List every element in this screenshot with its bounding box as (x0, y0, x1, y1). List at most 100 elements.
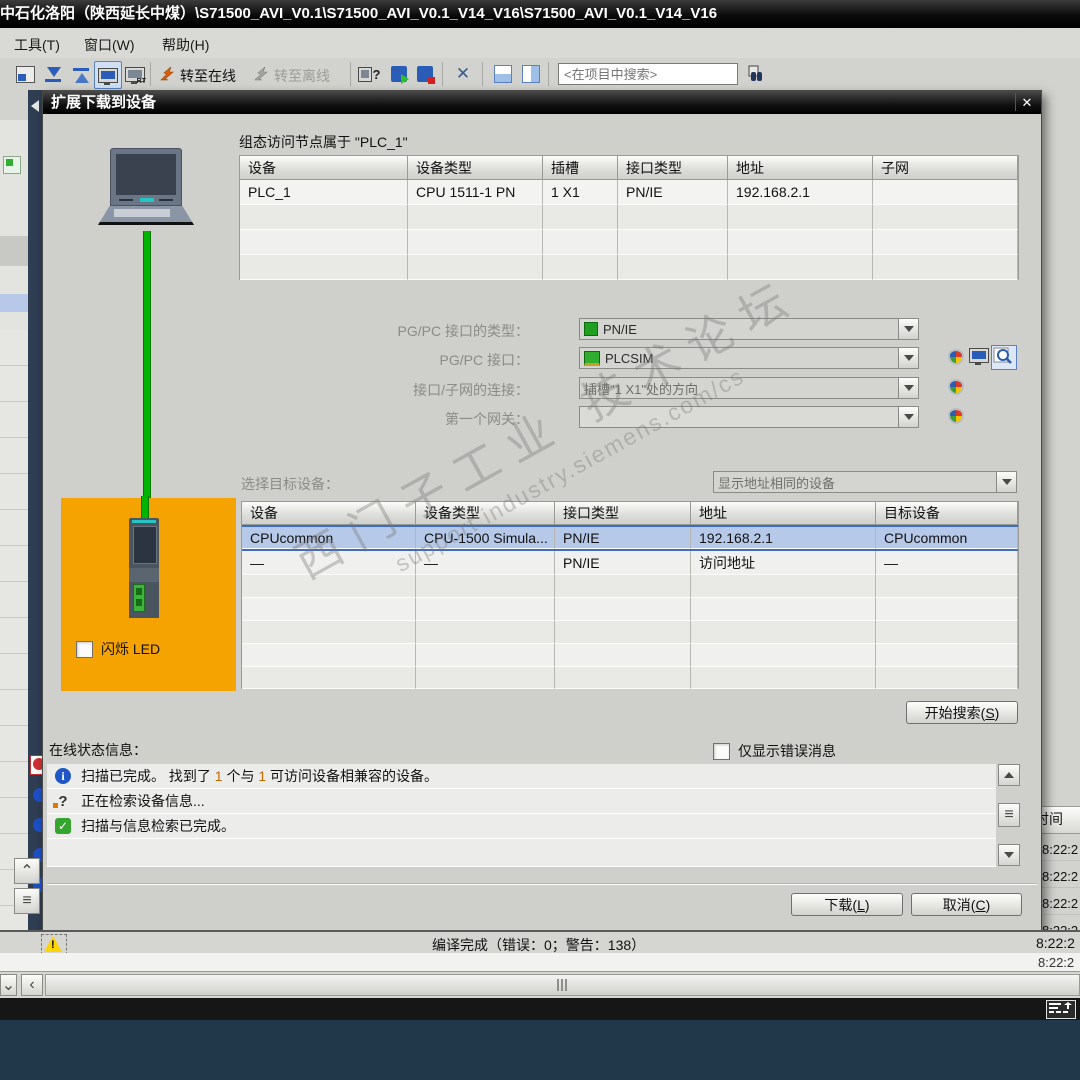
toolbar-separator (150, 62, 151, 86)
device-info-search-icon[interactable] (991, 345, 1017, 370)
table-row (242, 644, 1018, 667)
go-online-label[interactable]: 转至在线 (180, 66, 236, 86)
pane-collapse-down-button[interactable]: ⌄ (0, 974, 17, 996)
menu-tools[interactable]: 工具(T) (8, 33, 66, 57)
menu-window[interactable]: 窗口(W) (78, 33, 141, 57)
column-header: 设备 (240, 156, 408, 180)
dialog-titlebar: 扩展下载到设备 ✕ (43, 91, 1041, 114)
start-runtime-icon[interactable]: RT (122, 61, 148, 87)
dialog-close-button[interactable]: ✕ (1015, 93, 1038, 111)
shield-icon (948, 349, 964, 365)
table-row[interactable]: PLC_1 CPU 1511-1 PN 1 X1 PN/IE 192.168.2… (240, 180, 1018, 205)
compile-time: 8:22:2 (1036, 935, 1080, 951)
pgpc-iface-select[interactable]: PLCSIM (579, 347, 919, 369)
plc-device-icon (129, 518, 159, 618)
accessible-devices-icon[interactable]: ? (356, 61, 382, 87)
dropdown-arrow[interactable] (898, 407, 918, 427)
first-gateway-select[interactable] (579, 406, 919, 428)
success-icon: ✓ (55, 818, 71, 834)
compile-status-row[interactable]: 编译完成（错误：0；警告：138） 8:22:2 (0, 930, 1080, 955)
table-row (242, 598, 1018, 621)
select-target-label: 选择目标设备： (241, 474, 339, 494)
time-value: 8:22:2 (1042, 896, 1080, 911)
dropdown-arrow[interactable] (996, 472, 1016, 492)
save-window-layout-icon[interactable] (12, 61, 38, 87)
table-row[interactable]: — — PN/IE 访问地址 — (242, 551, 1018, 575)
search-input[interactable] (558, 63, 738, 85)
go-offline-icon[interactable] (250, 61, 276, 87)
toolbar-separator (350, 62, 351, 86)
bottom-black-bar (0, 998, 1080, 1020)
cell: CPUcommon (876, 527, 1018, 549)
collapse-left-icon[interactable] (31, 100, 39, 112)
pgpc-type-value: PN/IE (603, 322, 637, 337)
network-card-icon (584, 351, 600, 366)
warning-cell (42, 935, 66, 954)
split-vertical-icon[interactable] (518, 61, 544, 87)
dropdown-arrow[interactable] (898, 378, 918, 398)
time-value: 8:22:2 (1042, 842, 1080, 857)
pnie-icon (584, 322, 598, 336)
tree-band (0, 236, 28, 266)
toolbar-separator (548, 62, 549, 86)
window-titlebar: 中石化洛阳（陕西延长中煤）\S71500_AVI_V0.1\S71500_AVI… (0, 0, 1080, 28)
target-devices-table: 设备 设备类型 接口类型 地址 目标设备 CPUcommon CPU-1500 … (241, 501, 1019, 689)
shield-icon (948, 379, 964, 395)
subnet-conn-select[interactable]: 插槽"1 X1"处的方向 (579, 377, 919, 399)
configured-nodes-table: 设备 设备类型 插槽 接口类型 地址 子网 PLC_1 CPU 1511-1 P… (239, 155, 1019, 280)
divider (47, 883, 1037, 885)
download-to-device-icon[interactable] (40, 61, 66, 87)
overview-toggle-icon[interactable] (1046, 1000, 1076, 1019)
cell: 访问地址 (691, 551, 876, 575)
errors-only-label: 仅显示错误消息 (738, 741, 836, 761)
show-accessible-devices-icon[interactable] (969, 348, 989, 363)
table-row (242, 575, 1018, 598)
flash-led-label: 闪烁 LED (101, 639, 160, 659)
cell: 1 X1 (543, 180, 618, 205)
column-header: 设备类型 (416, 502, 555, 525)
query-icon: ? (55, 793, 71, 809)
column-header: 接口类型 (555, 502, 691, 525)
dropdown-arrow[interactable] (898, 348, 918, 368)
cell: 192.168.2.1 (728, 180, 873, 205)
target-device-panel: 闪烁 LED (61, 498, 236, 691)
horizontal-scrollbar: ⌄ ‹ (0, 971, 1080, 999)
column-header: 目标设备 (876, 502, 1018, 525)
search-in-project-icon[interactable] (744, 61, 770, 87)
cancel-button[interactable]: 取消(C) (911, 893, 1022, 916)
errors-only-checkbox[interactable] (713, 743, 730, 760)
status-message-row[interactable]: i 扫描已完成。 找到了 1 个与 1 可访问设备相兼容的设备。 (47, 764, 996, 789)
dropdown-arrow[interactable] (898, 319, 918, 339)
scrollbar-thumb[interactable] (45, 974, 1080, 996)
start-simulation-icon[interactable] (94, 61, 122, 89)
split-horizontal-icon[interactable] (490, 61, 516, 87)
tree-scroll-up-button[interactable]: ⌃ (14, 858, 40, 884)
table-row-selected[interactable]: CPUcommon CPU-1500 Simula... PN/IE 192.1… (242, 525, 1018, 551)
pgpc-type-select[interactable]: PN/IE (579, 318, 919, 340)
go-offline-label[interactable]: 转至离线 (274, 66, 330, 86)
upload-from-device-icon[interactable] (68, 61, 94, 87)
status-message-row[interactable]: ✓ 扫描与信息检索已完成。 (47, 814, 996, 839)
target-filter-select[interactable]: 显示地址相同的设备 (713, 471, 1017, 493)
go-online-icon[interactable] (156, 61, 182, 87)
errors-only-row: 仅显示错误消息 (713, 741, 836, 761)
scroll-left-button[interactable]: ‹ (21, 974, 43, 996)
messages-scroll-up-button[interactable] (998, 764, 1020, 786)
status-message-row[interactable]: ? 正在检索设备信息... (47, 789, 996, 814)
target-filter-value: 显示地址相同的设备 (718, 473, 835, 492)
download-button[interactable]: 下载(L) (791, 893, 903, 916)
messages-scroll-thumb[interactable]: ≡ (998, 803, 1020, 827)
menu-help[interactable]: 帮助(H) (156, 33, 215, 57)
start-cpu-icon[interactable] (386, 61, 412, 87)
tree-selected-row[interactable] (0, 294, 28, 312)
tree-scroll-thumb[interactable]: ≡ (14, 888, 40, 914)
column-header: 设备 (242, 502, 416, 525)
cell: — (876, 551, 1018, 575)
start-search-button[interactable]: 开始搜索(S) (906, 701, 1018, 724)
tree-item-icon (3, 156, 21, 174)
flash-led-checkbox[interactable] (76, 641, 93, 658)
rt-label: RT (137, 78, 146, 85)
stop-cpu-icon[interactable] (412, 61, 438, 87)
messages-scroll-down-button[interactable] (998, 844, 1020, 866)
disconnect-icon[interactable]: ✕ (450, 61, 476, 87)
